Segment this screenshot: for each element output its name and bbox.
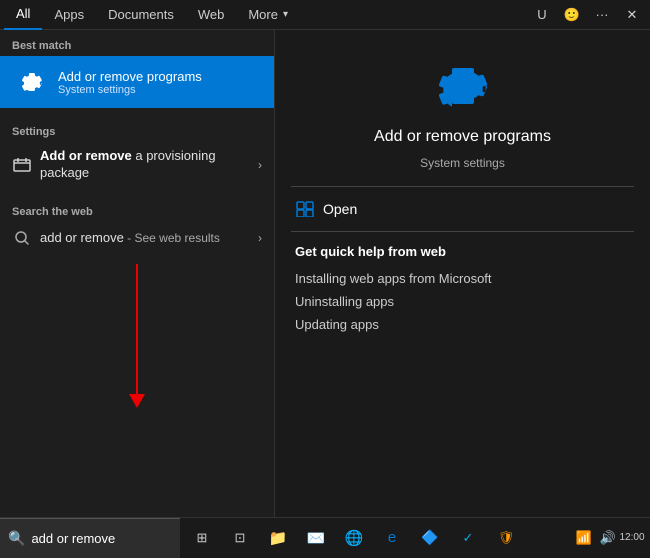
web-item-text: add or remove - See web results — [40, 230, 250, 245]
arrow-area — [0, 254, 274, 517]
right-panel: Add or remove programs System settings O… — [275, 30, 650, 517]
best-match-text-block: Add or remove programs System settings — [58, 69, 202, 96]
settings-item-arrow: › — [258, 158, 262, 172]
cortana-icon: ⊡ — [235, 530, 246, 546]
chrome-icon: 🌐 — [345, 529, 364, 547]
taskbar-tray: 📶 🔊 12:00 — [566, 528, 650, 548]
user-icon-btn[interactable]: U — [528, 1, 556, 29]
open-icon — [295, 199, 315, 219]
app-icon-large — [431, 54, 495, 118]
file-explorer-icon: 📁 — [269, 529, 288, 547]
app-subtitle-large: System settings — [420, 156, 505, 170]
nav-item-web[interactable]: Web — [186, 0, 237, 30]
taskbar-search-box[interactable]: 🔍 add or remove — [0, 518, 180, 558]
web-item-arrow: › — [258, 231, 262, 245]
settings-label: Settings — [0, 116, 274, 142]
edge-icon: e — [388, 529, 396, 546]
taskbar-mail-btn[interactable]: ✉️ — [298, 520, 334, 556]
web-section: Search the web add or remove - See web r… — [0, 196, 274, 254]
taskbar-icons: ⊞ ⊡ 📁 ✉️ 🌐 e 🔷 ✓ 🛡 — [180, 520, 566, 556]
task-view-icon: ⊞ — [197, 530, 208, 546]
red-arrow-line — [136, 264, 138, 394]
quick-help-title: Get quick help from web — [275, 240, 650, 267]
settings-provisioning-item[interactable]: Add or remove a provisioningpackage › — [0, 142, 274, 188]
best-match-label: Best match — [0, 30, 274, 56]
red-arrow-head — [129, 394, 145, 408]
ellipsis-icon: ··· — [596, 7, 609, 22]
main-layout: Best match Add or remove programs System… — [0, 30, 650, 517]
app5-icon: 🔷 — [421, 529, 438, 546]
taskbar: 🔍 add or remove ⊞ ⊡ 📁 ✉️ 🌐 e 🔷 ✓ 🛡 — [0, 517, 650, 557]
taskbar-app6-btn[interactable]: ✓ — [450, 520, 486, 556]
app7-icon: 🛡 — [498, 530, 515, 546]
nav-item-documents[interactable]: Documents — [96, 0, 186, 30]
app-info-section: Add or remove programs System settings — [275, 30, 650, 186]
best-match-title: Add or remove programs — [58, 69, 202, 84]
nav-item-more[interactable]: More ▾ — [236, 0, 300, 30]
settings-section: Settings Add or remove a provisioningpac… — [0, 108, 274, 196]
nav-item-apps[interactable]: Apps — [42, 0, 96, 30]
more-options-btn[interactable]: ··· — [588, 1, 616, 29]
taskbar-app7-btn[interactable]: 🛡 — [488, 520, 524, 556]
person-icon: 🙂 — [564, 7, 580, 23]
app6-icon: ✓ — [463, 530, 474, 546]
chevron-down-icon: ▾ — [283, 9, 288, 20]
taskbar-explorer-btn[interactable]: 📁 — [260, 520, 296, 556]
add-remove-text: Add or remove a provisioningpackage — [40, 148, 216, 180]
close-button[interactable]: ✕ — [618, 1, 646, 29]
clock-text: 12:00 — [619, 532, 644, 543]
search-web-label: Search the web — [0, 196, 274, 222]
open-label: Open — [323, 201, 357, 217]
search-text-taskbar: add or remove — [31, 531, 115, 546]
help-link-2[interactable]: Updating apps — [275, 313, 650, 336]
person-icon-btn[interactable]: 🙂 — [558, 1, 586, 29]
red-arrow — [129, 264, 145, 408]
web-search-icon — [12, 228, 32, 248]
left-panel: Best match Add or remove programs System… — [0, 30, 275, 517]
mail-icon: ✉️ — [307, 529, 326, 547]
divider-2 — [291, 231, 634, 232]
user-icon: U — [537, 7, 546, 22]
tray-clock: 12:00 — [622, 528, 642, 548]
web-search-item[interactable]: add or remove - See web results › — [0, 222, 274, 254]
help-link-0[interactable]: Installing web apps from Microsoft — [275, 267, 650, 290]
taskbar-task-view-btn[interactable]: ⊞ — [184, 520, 220, 556]
nav-item-all[interactable]: All — [4, 0, 42, 30]
tray-wifi[interactable]: 📶 — [574, 528, 594, 548]
more-label: More — [248, 7, 278, 22]
tray-volume[interactable]: 🔊 — [598, 528, 618, 548]
volume-icon: 🔊 — [600, 530, 616, 546]
settings-item-text: Add or remove a provisioningpackage — [40, 148, 250, 182]
best-match-subtitle: System settings — [58, 84, 202, 96]
wifi-icon: 📶 — [576, 530, 592, 546]
taskbar-app5-btn[interactable]: 🔷 — [412, 520, 448, 556]
taskbar-cortana-btn[interactable]: ⊡ — [222, 520, 258, 556]
best-match-item[interactable]: Add or remove programs System settings — [0, 56, 274, 108]
taskbar-edge-btn[interactable]: e — [374, 520, 410, 556]
taskbar-chrome-btn[interactable]: 🌐 — [336, 520, 372, 556]
web-query-text: add or remove — [40, 230, 124, 245]
see-web-results-text: - See web results — [124, 231, 220, 245]
nav-icon-group: U 🙂 ··· ✕ — [528, 1, 646, 29]
open-action[interactable]: Open — [275, 187, 650, 231]
close-icon: ✕ — [627, 7, 638, 23]
app-title-large: Add or remove programs — [374, 128, 551, 146]
settings-item-icon — [12, 155, 32, 175]
top-nav: All Apps Documents Web More ▾ U 🙂 ··· ✕ — [0, 0, 650, 30]
settings-gear-icon — [12, 64, 48, 100]
help-link-1[interactable]: Uninstalling apps — [275, 290, 650, 313]
search-icon-taskbar: 🔍 — [8, 530, 25, 547]
